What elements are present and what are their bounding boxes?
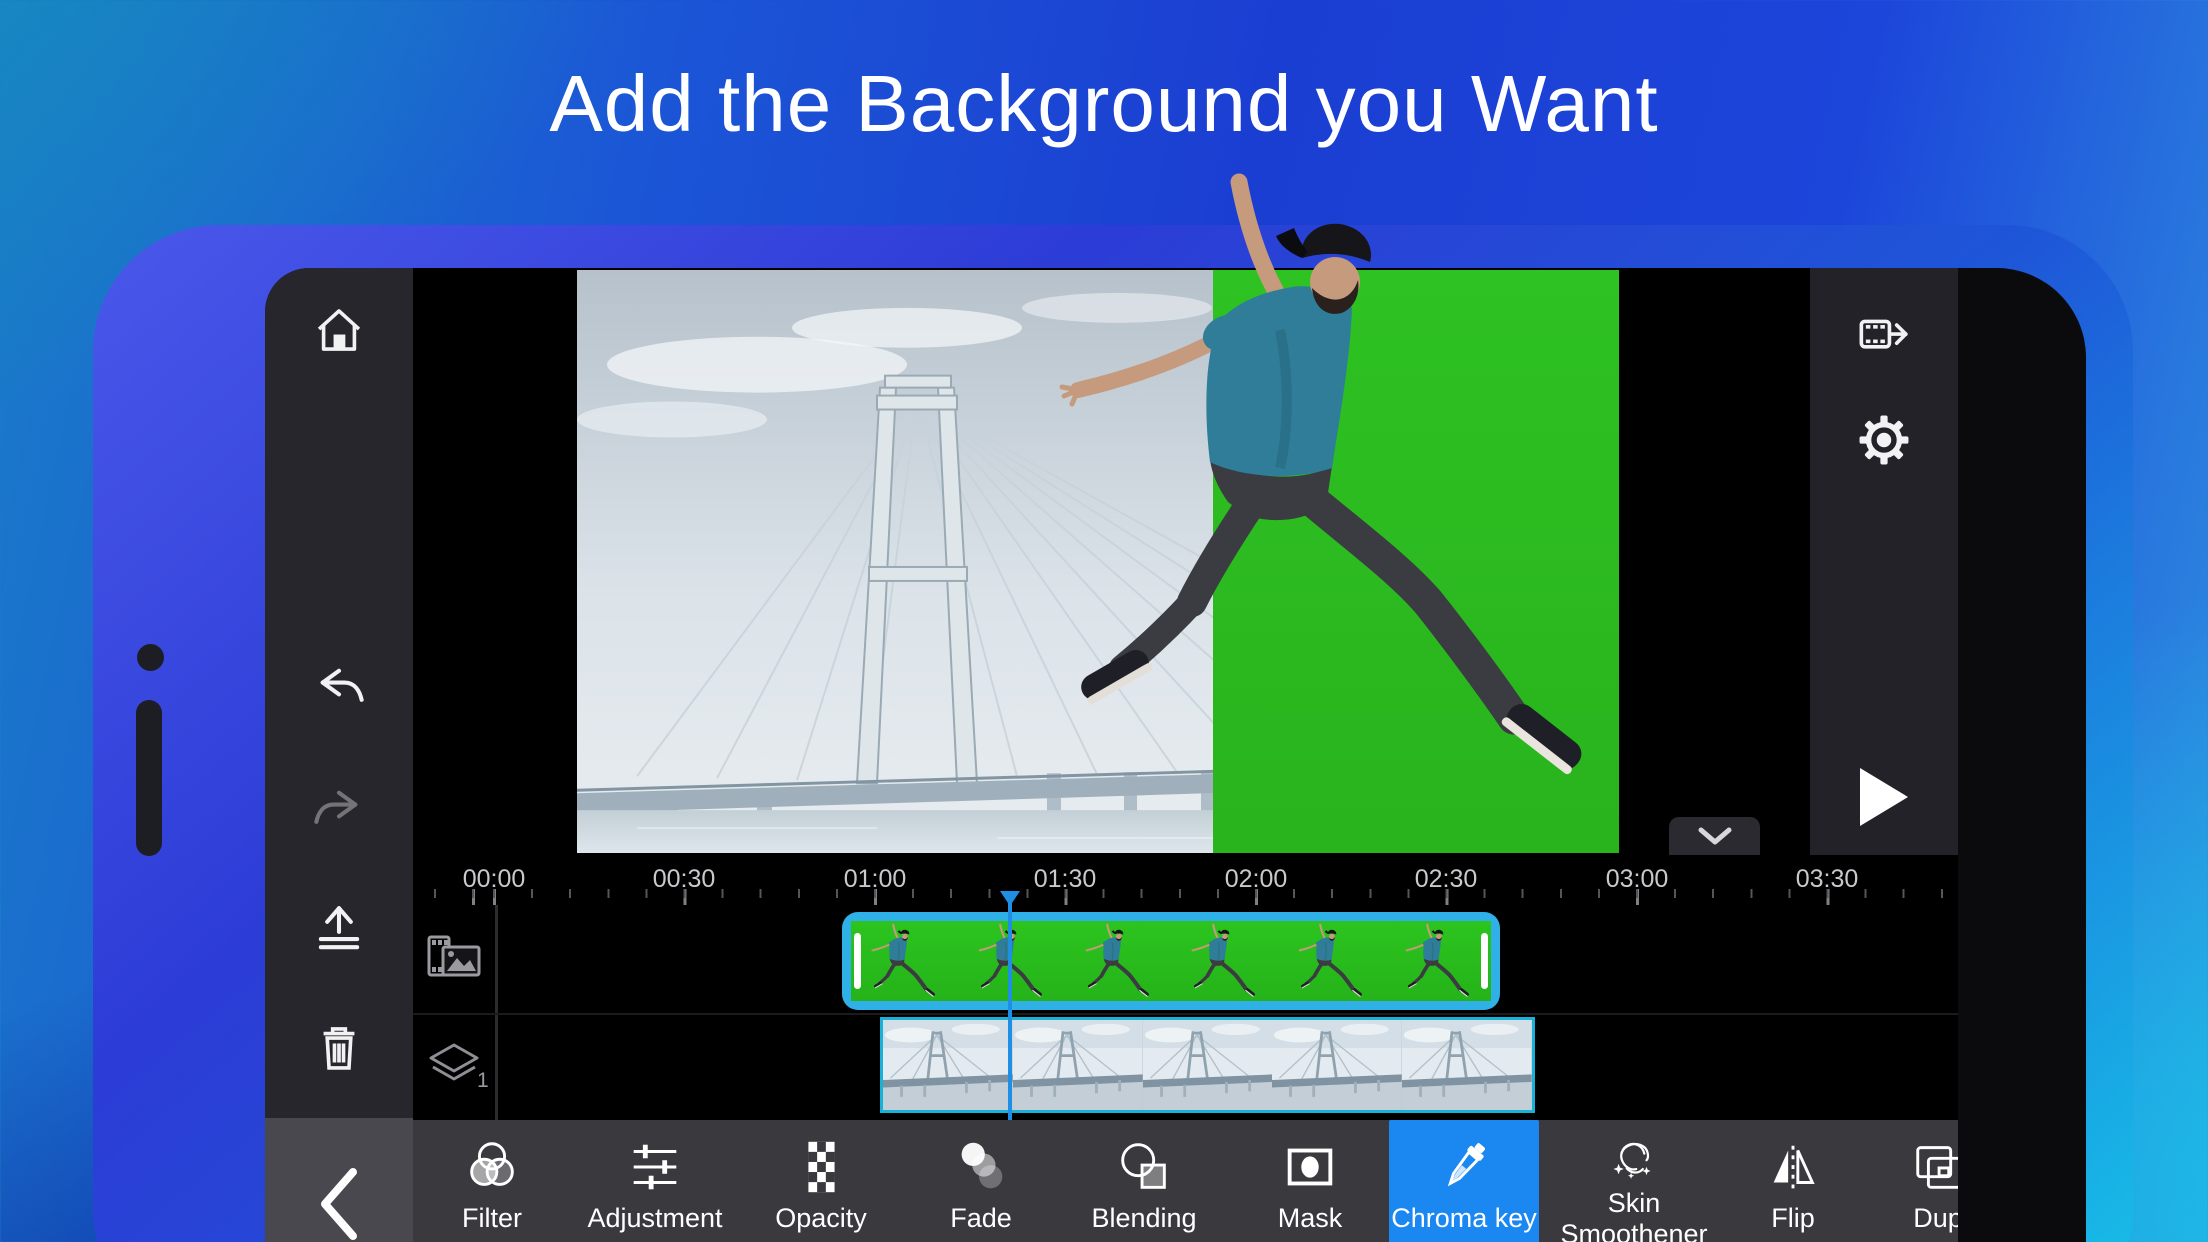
settings-button[interactable] <box>1852 408 1916 472</box>
clip-thumbnail <box>1083 923 1153 999</box>
clip-thumbnail <box>1013 1020 1143 1110</box>
home-button[interactable] <box>307 298 371 362</box>
right-toolbar <box>1810 268 1958 855</box>
jumping-man-image <box>1040 170 1615 790</box>
clip-thumbnail <box>869 923 939 999</box>
clip-trim-handle-right[interactable] <box>1481 933 1488 989</box>
mask-button[interactable]: Mask <box>1235 1120 1385 1242</box>
clip-thumbnail <box>1272 1020 1402 1110</box>
produce-export-icon <box>1855 306 1913 364</box>
clip-thumbnail <box>1143 1020 1273 1110</box>
video-track-header[interactable] <box>421 925 487 991</box>
clip-thumbnail <box>1189 923 1259 999</box>
earpiece-speaker <box>136 700 162 856</box>
clip-thumbnail <box>883 1020 1013 1110</box>
timeline: 00:00 00:30 01:00 01:30 02:00 02:30 03:0… <box>413 855 1958 1120</box>
redo-icon <box>310 781 368 839</box>
screen-unused-area <box>1958 268 2086 1242</box>
upload-button[interactable] <box>307 898 371 962</box>
opacity-icon <box>790 1136 852 1198</box>
overlay-clip[interactable] <box>880 1017 1535 1113</box>
redo-button[interactable] <box>307 778 371 842</box>
clip-thumbnail <box>1402 1020 1532 1110</box>
settings-gear-icon <box>1855 411 1913 469</box>
skin-smoothener-icon <box>1603 1136 1665 1183</box>
opacity-button[interactable]: Opacity <box>746 1120 896 1242</box>
back-button[interactable] <box>311 1164 367 1242</box>
undo-icon <box>310 659 368 717</box>
collapse-preview-button[interactable] <box>1669 817 1760 855</box>
filter-button[interactable]: Filter <box>417 1120 567 1242</box>
punch-hole-camera-icon <box>137 644 164 671</box>
playhead[interactable] <box>1008 899 1012 1120</box>
bottom-toolbar: Filter Adjustment Opacity Fade Blending … <box>413 1120 1958 1242</box>
delete-button[interactable] <box>307 1016 371 1080</box>
chroma-key-button[interactable]: Chroma key <box>1389 1120 1539 1242</box>
flip-button[interactable]: Flip <box>1718 1120 1868 1242</box>
adjustment-icon <box>624 1136 686 1198</box>
duplicate-icon <box>1910 1136 1958 1198</box>
filter-icon <box>461 1136 523 1198</box>
clip-thumbnail <box>1296 923 1366 999</box>
clip-thumbnail <box>1403 923 1473 999</box>
blending-button[interactable]: Blending <box>1069 1120 1219 1242</box>
fade-icon <box>950 1136 1012 1198</box>
play-button[interactable] <box>1860 768 1908 826</box>
blending-icon <box>1113 1136 1175 1198</box>
fade-button[interactable]: Fade <box>906 1120 1056 1242</box>
upload-export-icon <box>310 901 368 959</box>
adjustment-button[interactable]: Adjustment <box>580 1120 730 1242</box>
mask-icon <box>1279 1136 1341 1198</box>
chroma-key-icon <box>1433 1136 1495 1198</box>
left-toolbar <box>265 268 413 1120</box>
produce-button[interactable] <box>1852 303 1916 367</box>
duplicate-button[interactable]: Dupl <box>1866 1120 1958 1242</box>
flip-icon <box>1762 1136 1824 1198</box>
chevron-down-icon <box>1691 824 1739 848</box>
time-ruler[interactable]: 00:00 00:30 01:00 01:30 02:00 02:30 03:0… <box>413 855 1958 905</box>
clip-trim-handle-left[interactable] <box>854 933 861 989</box>
overlay-track-header[interactable]: 1 <box>421 1033 487 1099</box>
home-icon <box>310 301 368 359</box>
video-clip-selected[interactable] <box>842 912 1500 1010</box>
clip-thumbnails <box>851 921 1491 1001</box>
ruler-minor-ticks <box>413 889 1958 898</box>
layer-count-badge: 1 <box>477 1069 489 1093</box>
trash-icon <box>310 1019 368 1077</box>
skin-smoothener-button[interactable]: Skin Smoothener <box>1559 1120 1709 1242</box>
back-panel <box>265 1118 413 1242</box>
track-row-divider <box>413 1013 1958 1015</box>
undo-button[interactable] <box>307 656 371 720</box>
page-title: Add the Background you Want <box>0 58 2208 150</box>
media-track-icon <box>421 925 487 991</box>
